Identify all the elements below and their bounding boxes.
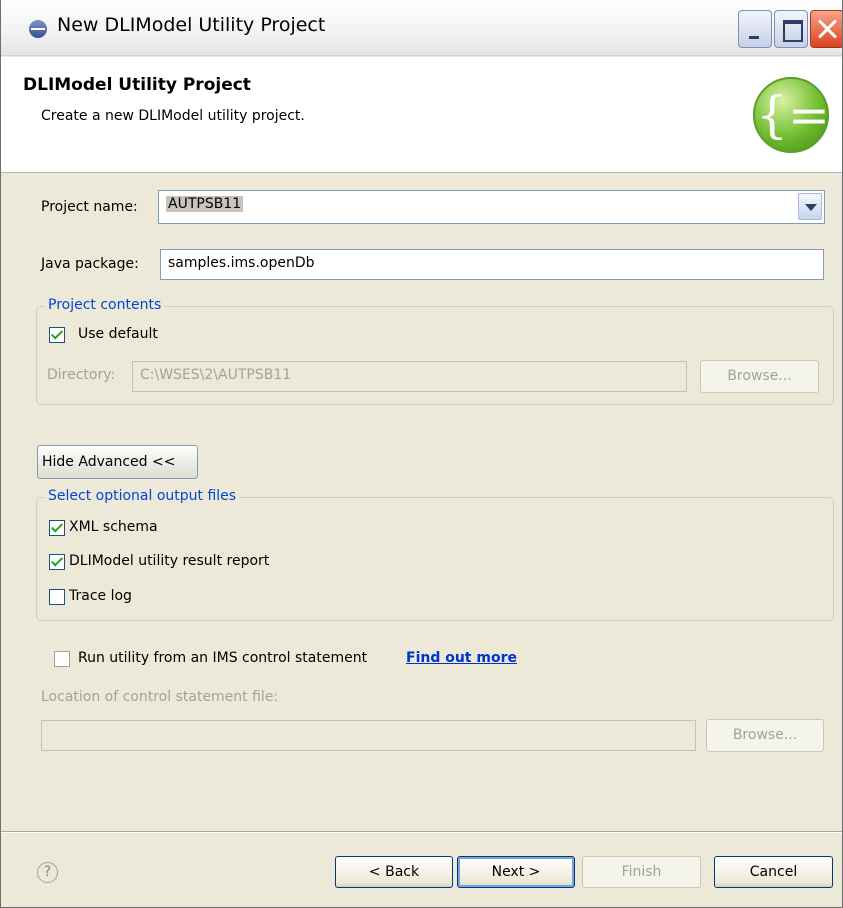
wizard-window: New DLIModel Utility Project DLIModel Ut… (0, 0, 843, 908)
trace-log-label: Trace log (69, 588, 132, 604)
project-name-label: Project name: (41, 199, 138, 215)
use-default-label: Use default (78, 326, 158, 342)
directory-input[interactable]: C:\WSES\2\AUTPSB11 (132, 361, 687, 392)
page-description: Create a new DLIModel utility project. (41, 108, 305, 124)
xml-schema-checkbox[interactable] (49, 520, 65, 536)
control-file-browse-button[interactable]: Browse... (706, 719, 824, 752)
footer-separator (1, 831, 842, 833)
cancel-button[interactable]: Cancel (714, 856, 833, 888)
directory-browse-button[interactable]: Browse... (700, 360, 819, 393)
close-button[interactable] (810, 10, 842, 48)
hide-advanced-button[interactable]: Hide Advanced << (37, 445, 198, 479)
run-from-control-statement-label: Run utility from an IMS control statemen… (78, 650, 368, 666)
window-title: New DLIModel Utility Project (57, 14, 326, 36)
xml-schema-label: XML schema (69, 519, 158, 535)
directory-label: Directory: (47, 367, 116, 383)
run-from-control-statement-checkbox[interactable] (54, 651, 70, 667)
use-default-checkbox[interactable] (49, 327, 65, 343)
dlimodel-logo-icon: {= (753, 77, 830, 153)
control-file-location-input[interactable] (41, 720, 696, 751)
minimize-button[interactable] (738, 10, 772, 48)
back-button[interactable]: < Back (335, 856, 453, 888)
trace-log-checkbox[interactable] (49, 589, 65, 605)
output-files-title: Select optional output files (45, 488, 240, 504)
project-name-combo[interactable]: AUTPSB11 (158, 190, 825, 224)
control-file-location-label: Location of control statement file: (41, 689, 279, 705)
chevron-down-icon[interactable] (798, 193, 822, 220)
wizard-header: DLIModel Utility Project Create a new DL… (1, 57, 842, 173)
java-package-label: Java package: (41, 256, 139, 272)
maximize-button[interactable] (774, 10, 808, 48)
help-icon[interactable]: ? (37, 862, 58, 883)
find-out-more-link[interactable]: Find out more (406, 650, 517, 666)
page-title: DLIModel Utility Project (23, 75, 251, 95)
finish-button[interactable]: Finish (582, 856, 701, 888)
result-report-checkbox[interactable] (49, 554, 65, 570)
project-contents-title: Project contents (45, 297, 165, 313)
java-package-input[interactable]: samples.ims.openDb (160, 249, 824, 280)
title-bar[interactable]: New DLIModel Utility Project (1, 0, 842, 56)
wizard-title-icon (29, 20, 47, 38)
result-report-label: DLIModel utility result report (69, 553, 270, 569)
next-button[interactable]: Next > (457, 856, 575, 888)
project-name-value: AUTPSB11 (166, 196, 244, 212)
